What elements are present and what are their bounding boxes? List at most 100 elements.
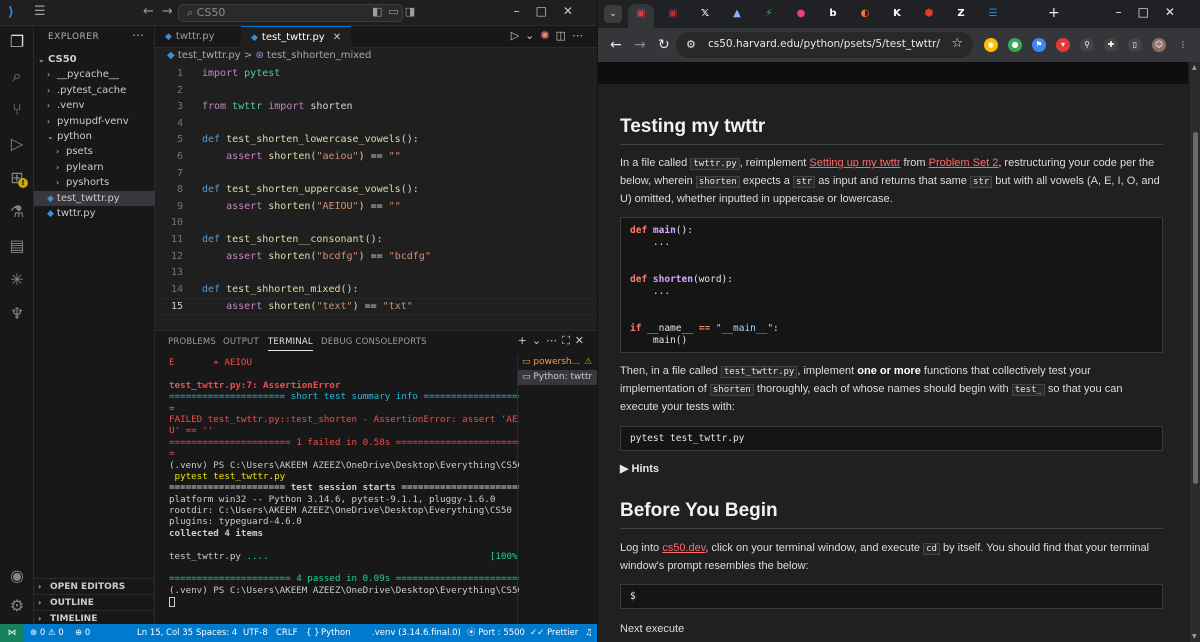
browser-tab[interactable]: ⬢ bbox=[916, 4, 942, 24]
code-line[interactable]: 9 assert shorten("AEIOU") == "" bbox=[155, 199, 597, 216]
bookmark-star-icon[interactable]: ☆ bbox=[951, 36, 963, 51]
new-tab-button[interactable]: + bbox=[1048, 5, 1060, 21]
browser-tab[interactable]: ● bbox=[788, 4, 814, 24]
code-text[interactable]: assert shorten("aeiou") == "" bbox=[202, 149, 401, 166]
tree-file[interactable]: ◆ twttr.py bbox=[34, 206, 155, 221]
back-icon[interactable]: ← bbox=[610, 37, 622, 53]
remote-indicator-icon[interactable]: ⋈ bbox=[0, 624, 24, 642]
python-interpreter[interactable]: .venv (3.14.6.final.0) bbox=[372, 624, 461, 642]
notifications-icon[interactable]: ♫ bbox=[585, 624, 593, 642]
extension-bookmark-icon[interactable]: ⚲ bbox=[1080, 38, 1094, 52]
code-text[interactable]: assert shorten("AEIOU") == "" bbox=[202, 199, 401, 216]
window-controls[interactable]: –□✕ bbox=[1116, 5, 1191, 19]
link-setting-up-my-twttr[interactable]: Setting up my twttr bbox=[809, 157, 900, 169]
encoding[interactable]: UTF-8 bbox=[243, 624, 268, 642]
split-editor-icon[interactable]: ◫ bbox=[556, 29, 572, 42]
terminal-output[interactable]: E + AEIOU test_twttr.py:7: AssertionError… bbox=[169, 357, 519, 623]
code-text[interactable]: def test_shorten__consonant(): bbox=[202, 232, 383, 249]
browser-tab[interactable]: b bbox=[820, 4, 846, 24]
profile-avatar[interactable]: ☺ bbox=[1152, 38, 1166, 52]
code-line[interactable]: 3 from twttr import shorten bbox=[155, 99, 597, 116]
tab-debug-console[interactable]: DEBUG CONSOLE bbox=[321, 337, 398, 347]
code-text[interactable]: def test_shorten_uppercase_vowels(): bbox=[202, 182, 419, 199]
browser-tab[interactable]: ▲ bbox=[724, 4, 750, 24]
code-block-prompt[interactable]: $ bbox=[620, 584, 1163, 609]
outline-section[interactable]: › OUTLINE bbox=[34, 594, 155, 610]
browser-tab[interactable]: ☰ bbox=[980, 4, 1006, 24]
maximize-panel-icon[interactable]: ⛶ bbox=[562, 334, 575, 347]
more-icon[interactable]: ⋯ bbox=[572, 29, 589, 42]
menu-icon[interactable]: ☰ bbox=[34, 4, 46, 19]
cursor-position[interactable]: Ln 15, Col 35 bbox=[137, 624, 193, 642]
code-line[interactable]: 8 def test_shorten_uppercase_vowels(): bbox=[155, 182, 597, 199]
code-line[interactable]: 12 assert shorten("bcdfg") == "bcdfg" bbox=[155, 249, 597, 266]
language-mode[interactable]: Python bbox=[321, 624, 350, 642]
remote-explorer-icon[interactable]: ▤ bbox=[7, 236, 27, 256]
chrome-menu-icon[interactable]: ⋮ bbox=[1176, 38, 1190, 52]
scroll-down-icon[interactable]: ▼ bbox=[1192, 633, 1197, 640]
browser-tab[interactable]: 𝕏 bbox=[692, 4, 718, 24]
tab-test-twttr[interactable]: ◆ test_twttr.py ✕ bbox=[241, 26, 351, 48]
run-icon[interactable]: ▷⌄ bbox=[511, 29, 541, 42]
search-icon[interactable]: ⌕ bbox=[7, 66, 27, 86]
line-ending[interactable]: CRLF bbox=[276, 624, 297, 642]
testing-icon[interactable]: ⚗ bbox=[7, 202, 27, 222]
tree-file[interactable]: ◆ test_twttr.py bbox=[34, 190, 155, 206]
tree-root-folder[interactable]: ⌄ CS50 bbox=[34, 52, 155, 67]
code-line[interactable]: 15 assert shorten("text") == "txt" bbox=[155, 298, 597, 315]
tree-folder[interactable]: › pyshorts bbox=[34, 175, 155, 190]
scrollbar-thumb[interactable] bbox=[1193, 132, 1198, 484]
indentation[interactable]: Spaces: 4 bbox=[196, 624, 237, 642]
prettier-status[interactable]: ✓✓ Prettier bbox=[530, 624, 578, 642]
tree-folder[interactable]: › __pycache__ bbox=[34, 67, 155, 82]
code-line[interactable]: 1 import pytest bbox=[155, 66, 597, 83]
code-editor[interactable]: 1 import pytest 2 3 from twttr import shorte… bbox=[155, 66, 597, 315]
browser-tab[interactable]: Z bbox=[948, 4, 974, 24]
copilot-icon[interactable]: ✳ bbox=[7, 270, 27, 290]
problems-indicator[interactable]: ⊗ 0 ⚠ 0 bbox=[30, 624, 64, 642]
source-control-icon[interactable]: ⑂ bbox=[7, 100, 27, 120]
hints-toggle[interactable]: ▶ Hints bbox=[620, 462, 659, 475]
forward-icon[interactable]: → bbox=[634, 37, 646, 53]
close-tab-icon[interactable]: ✕ bbox=[333, 32, 341, 43]
browser-tab[interactable]: ⚡ bbox=[756, 4, 782, 24]
layout-icons[interactable]: ◧▭◨ bbox=[372, 5, 421, 18]
close-panel-icon[interactable]: ✕ bbox=[575, 334, 589, 347]
code-line[interactable]: 11 def test_shorten__consonant(): bbox=[155, 232, 597, 249]
ports-forward-icon[interactable]: ⊕ 0 bbox=[75, 624, 90, 642]
code-block-pytest[interactable]: pytest test_twttr.py bbox=[620, 426, 1163, 451]
terminal-item-powershell[interactable]: ▭ powersh... ⚠ bbox=[518, 355, 597, 370]
code-text[interactable]: def test_shorten_lowercase_vowels(): bbox=[202, 132, 419, 149]
code-text[interactable]: assert shorten("bcdfg") == "bcdfg" bbox=[202, 249, 431, 266]
extension-pocket-icon[interactable]: ▾ bbox=[1056, 38, 1070, 52]
browser-tab[interactable]: ◐ bbox=[852, 4, 878, 24]
reload-icon[interactable]: ↻ bbox=[658, 37, 670, 53]
tree-folder[interactable]: › .venv bbox=[34, 98, 155, 113]
tab-output[interactable]: OUTPUT bbox=[223, 337, 259, 347]
more-actions-icon[interactable]: ⋯ bbox=[132, 28, 144, 42]
extensions-puzzle-icon[interactable]: ✚ bbox=[1104, 38, 1118, 52]
copilot-spark-icon[interactable]: ✺ bbox=[540, 29, 555, 42]
code-text[interactable]: from twttr import shorten bbox=[202, 99, 353, 116]
code-line[interactable]: 6 assert shorten("aeiou") == "" bbox=[155, 149, 597, 166]
command-center-search[interactable]: ⌕ CS50 bbox=[178, 4, 403, 22]
settings-gear-icon[interactable]: ⚙ bbox=[7, 596, 27, 616]
scroll-up-icon[interactable]: ▲ bbox=[1192, 64, 1197, 71]
tree-folder[interactable]: › pylearn bbox=[34, 160, 155, 175]
tree-folder[interactable]: › psets bbox=[34, 144, 155, 159]
code-text[interactable]: assert shorten("text") == "txt" bbox=[202, 299, 413, 316]
breadcrumb-file[interactable]: test_twttr.py bbox=[178, 50, 241, 61]
more-icon[interactable]: ⋯ bbox=[546, 334, 562, 347]
run-debug-icon[interactable]: ▷ bbox=[7, 134, 27, 154]
tab-terminal[interactable]: TERMINAL bbox=[268, 337, 313, 351]
tree-folder[interactable]: ⌄ python bbox=[34, 129, 155, 144]
browser-tab[interactable]: ▣ bbox=[628, 4, 654, 28]
breadcrumb-symbol[interactable]: test_shhorten_mixed bbox=[267, 50, 371, 61]
tab-twttr[interactable]: ◆ twttr.py bbox=[155, 26, 241, 48]
tree-folder[interactable]: › pymupdf-venv bbox=[34, 114, 155, 129]
site-info-icon[interactable]: ⚙ bbox=[686, 38, 696, 51]
code-line[interactable]: 14 def test_shhorten_mixed(): bbox=[155, 282, 597, 299]
code-line[interactable]: 2 bbox=[155, 83, 597, 100]
panel-actions[interactable]: +⌄⋯⛶✕ bbox=[518, 334, 589, 348]
code-block-structure[interactable]: def main(): ... def shorten(word): ... if … bbox=[620, 217, 1163, 353]
